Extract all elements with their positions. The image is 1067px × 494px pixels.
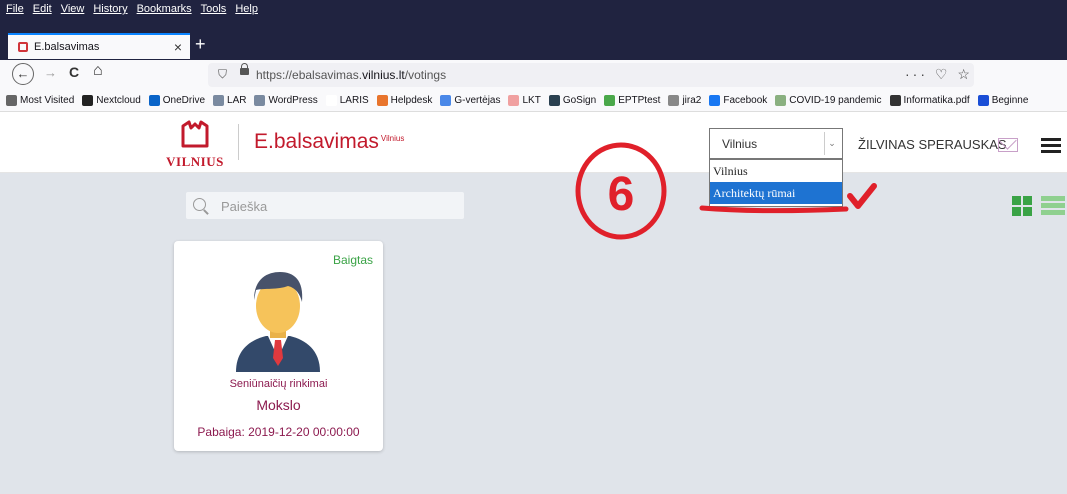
bookmark-item[interactable]: G-vertėjas bbox=[440, 95, 500, 106]
select-value: Vilnius bbox=[722, 137, 758, 151]
hamburger-menu-icon[interactable] bbox=[1041, 138, 1061, 156]
bookmark-item[interactable]: EPTPtest bbox=[604, 95, 660, 106]
bookmark-label: LAR bbox=[227, 95, 247, 106]
bookmark-label: LKT bbox=[522, 95, 541, 106]
bookmark-label: Most Visited bbox=[20, 95, 75, 106]
lu-icon bbox=[977, 95, 989, 106]
page-actions: ··· ♡ ☆ bbox=[905, 66, 973, 83]
menu-bar: File Edit View History Bookmarks Tools H… bbox=[0, 0, 1067, 18]
search-icon bbox=[193, 198, 206, 211]
menu-help[interactable]: Help bbox=[235, 3, 258, 15]
eptp-icon bbox=[604, 95, 616, 106]
bookmark-label: GoSign bbox=[562, 95, 597, 106]
forward-button[interactable]: → bbox=[44, 65, 57, 80]
bookmark-label: COVID-19 pandemic bbox=[789, 95, 882, 106]
facebook-icon bbox=[709, 95, 721, 106]
more-actions-icon[interactable]: ··· bbox=[905, 66, 928, 82]
jira-icon bbox=[668, 95, 680, 106]
chevron-down-icon: ⌄ bbox=[824, 132, 839, 155]
bookmark-item[interactable]: COVID-19 pandemic bbox=[775, 95, 882, 106]
bookmark-label: OneDrive bbox=[162, 95, 206, 106]
bookmark-item[interactable]: jira2 bbox=[668, 95, 701, 106]
bookmark-item[interactable]: Beginne bbox=[977, 95, 1029, 106]
browser-window: File Edit View History Bookmarks Tools H… bbox=[0, 0, 1067, 494]
search-placeholder: Paieška bbox=[221, 199, 268, 214]
logo-text: VILNIUS bbox=[166, 154, 224, 169]
covid-icon bbox=[775, 95, 787, 106]
folder-icon bbox=[82, 95, 94, 106]
bookmark-label: Facebook bbox=[723, 95, 768, 106]
bookmark-item[interactable]: Facebook bbox=[709, 95, 767, 106]
bookmark-item[interactable]: WordPress bbox=[254, 95, 318, 106]
bookmark-label: G-vertėjas bbox=[454, 95, 501, 106]
bookmark-item[interactable]: Helpdesk bbox=[376, 95, 433, 106]
status-badge: Baigtas bbox=[333, 253, 374, 267]
bookmark-label: Informatika.pdf bbox=[903, 95, 970, 106]
voting-title[interactable]: Mokslo bbox=[174, 397, 383, 413]
dropdown-option-architektu-rumai[interactable]: Architektų rūmai bbox=[710, 182, 842, 204]
lock-icon[interactable] bbox=[240, 63, 249, 75]
bookmark-label: EPTPtest bbox=[618, 95, 661, 106]
bookmark-item[interactable]: LKT bbox=[508, 95, 541, 106]
bookmark-label: jira2 bbox=[682, 95, 702, 106]
doc-icon bbox=[213, 95, 225, 106]
bookmark-label: LARIS bbox=[339, 95, 369, 106]
reload-button[interactable]: C bbox=[69, 64, 79, 80]
url-text[interactable]: https://ebalsavimas.vilnius.lt/votings bbox=[256, 68, 446, 82]
voting-type: Seniūnaičių rinkimai bbox=[229, 378, 328, 390]
gear-icon bbox=[6, 95, 17, 106]
tab-ebalsavimas[interactable]: E.balsavimas × bbox=[8, 33, 190, 59]
mail-icon[interactable] bbox=[998, 138, 1018, 152]
bookmark-label: Nextcloud bbox=[96, 95, 141, 106]
new-tab-button[interactable]: + bbox=[195, 32, 206, 56]
list-view-icon[interactable] bbox=[1041, 196, 1065, 216]
tab-close-icon[interactable]: × bbox=[170, 39, 186, 55]
bookmark-label: Beginne bbox=[991, 95, 1029, 106]
menu-history[interactable]: History bbox=[93, 3, 127, 15]
bookmark-item[interactable]: Nextcloud bbox=[82, 95, 141, 106]
menu-tools[interactable]: Tools bbox=[201, 3, 227, 15]
brand-subtitle: Vilnius bbox=[380, 134, 405, 143]
header-divider bbox=[238, 124, 239, 160]
menu-file[interactable]: File bbox=[6, 3, 24, 15]
menu-edit[interactable]: Edit bbox=[33, 3, 52, 15]
brand-title[interactable]: E.balsavimas Vilnius bbox=[254, 130, 404, 154]
bookmark-label: WordPress bbox=[268, 95, 318, 106]
bookmark-item[interactable]: LAR bbox=[213, 95, 246, 106]
tab-title: E.balsavimas bbox=[34, 41, 100, 53]
organization-dropdown: Vilnius Architektų rūmai bbox=[709, 159, 843, 207]
pocket-icon[interactable]: ♡ bbox=[935, 66, 951, 82]
bookmarks-toolbar: Most Visited Nextcloud OneDrive LAR WordPres… bbox=[0, 90, 1067, 112]
helpdesk-icon bbox=[376, 95, 388, 106]
bookmark-item[interactable]: Most Visited bbox=[6, 95, 74, 106]
bookmark-item[interactable]: LARIS bbox=[325, 95, 369, 106]
grid-view-icon[interactable] bbox=[1012, 196, 1032, 216]
lkt-icon bbox=[508, 95, 520, 106]
globe-icon bbox=[889, 95, 901, 106]
bookmark-item[interactable]: OneDrive bbox=[148, 95, 206, 106]
menu-view[interactable]: View bbox=[61, 3, 85, 15]
organization-select[interactable]: Vilnius ⌄ bbox=[709, 128, 843, 159]
menu-bookmarks[interactable]: Bookmarks bbox=[137, 3, 192, 15]
bookmark-item[interactable]: GoSign bbox=[548, 95, 597, 106]
user-name[interactable]: ŽILVINAS SPERAUSKAS bbox=[858, 137, 1007, 152]
bookmark-star-icon[interactable]: ☆ bbox=[957, 66, 973, 82]
main-content bbox=[0, 173, 1067, 494]
bookmark-label: Helpdesk bbox=[390, 95, 433, 106]
home-button[interactable]: ⌂ bbox=[93, 62, 103, 80]
translate-icon bbox=[440, 95, 452, 106]
cloud-icon bbox=[148, 95, 160, 106]
site-favicon-icon bbox=[18, 42, 28, 52]
person-avatar-icon bbox=[236, 272, 320, 372]
voting-deadline: Pabaiga: 2019-12-20 00:00:00 bbox=[197, 425, 360, 439]
doc-icon bbox=[254, 95, 266, 106]
blank-icon bbox=[325, 95, 337, 106]
bookmark-item[interactable]: Informatika.pdf bbox=[889, 95, 970, 106]
gosign-icon bbox=[548, 95, 560, 106]
dropdown-option-vilnius[interactable]: Vilnius bbox=[710, 160, 842, 182]
back-button[interactable]: ← bbox=[12, 63, 34, 85]
tracking-shield-icon[interactable]: ⛉ bbox=[218, 67, 227, 82]
